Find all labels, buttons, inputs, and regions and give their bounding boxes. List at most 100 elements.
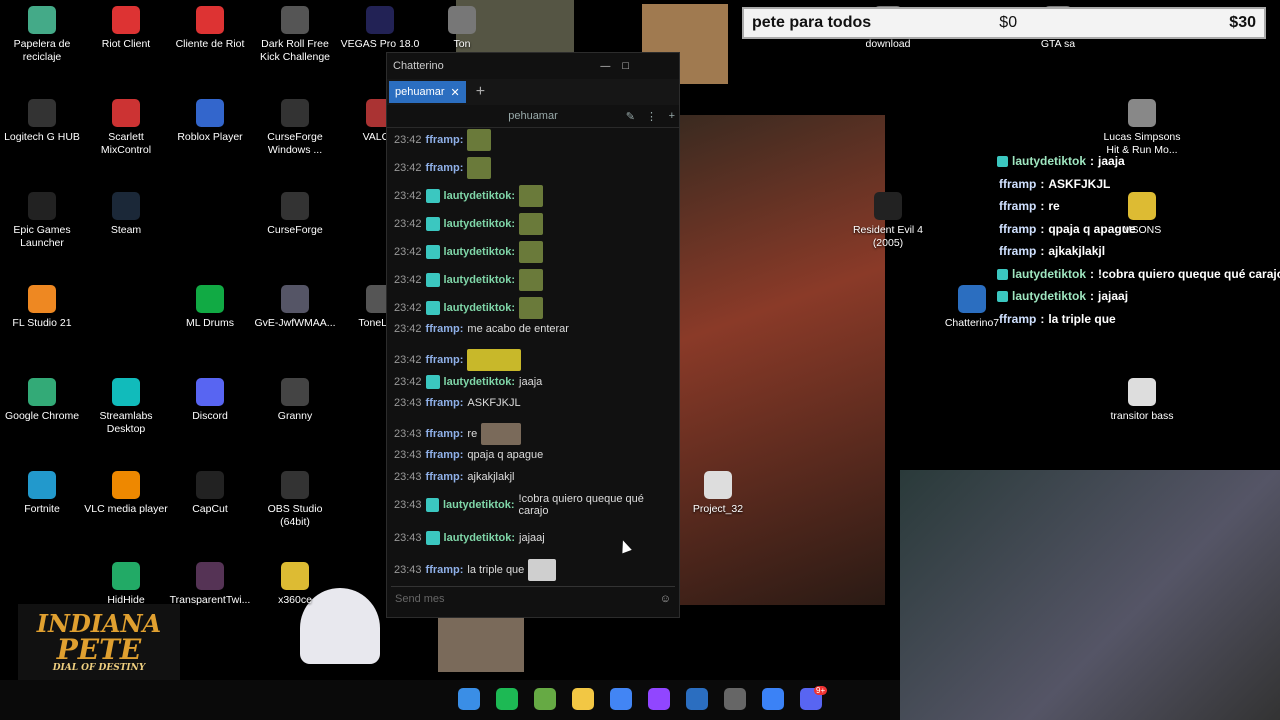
message-username[interactable]: fframp: (426, 323, 464, 335)
message-username[interactable]: fframp: (426, 471, 464, 483)
overlay-separator: : (1090, 267, 1095, 281)
message-username[interactable]: fframp: (426, 449, 464, 461)
chatterino-icon[interactable] (686, 688, 708, 710)
desktop-icon[interactable]: OBS Studio (64bit) (253, 471, 337, 529)
spotify-icon[interactable] (496, 688, 518, 710)
desktop-icon[interactable]: VEGAS Pro 18.0 (338, 6, 422, 51)
desktop-icon[interactable]: CurseForge (253, 192, 337, 237)
audio-file-icon (1128, 378, 1156, 406)
desktop-icon-label: x360ce (278, 594, 312, 606)
chat-message[interactable]: 23:43 fframp: ajkakjlakjl (394, 471, 671, 483)
message-username[interactable]: lautydetiktok: (444, 190, 516, 202)
desktop-icon[interactable]: Google Chrome (0, 378, 84, 423)
desktop-icon[interactable]: Roblox Player (168, 99, 252, 144)
desktop-icon[interactable]: CapCut (168, 471, 252, 516)
message-timestamp: 23:43 (394, 564, 422, 576)
chat-message[interactable]: 23:42 lautydetiktok: (394, 213, 671, 235)
desktop-icon[interactable]: Logitech G HUB (0, 99, 84, 144)
desktop-icon[interactable]: transitor bass (1100, 378, 1184, 423)
desktop-icon[interactable]: Streamlabs Desktop (84, 378, 168, 436)
message-username[interactable]: fframp: (426, 162, 464, 174)
flstudio-icon (28, 285, 56, 313)
chat-message[interactable]: 23:42 fframp: (394, 129, 671, 151)
overlay-username: lautydetiktok (1012, 267, 1087, 281)
message-username[interactable]: lautydetiktok: (443, 499, 515, 511)
chat-message[interactable]: 23:43 fframp: re (394, 423, 671, 445)
desktop-icon[interactable]: Project_32 (676, 471, 760, 516)
chat-message[interactable]: 23:43 fframp: la triple que (394, 559, 671, 581)
desktop-icon[interactable]: Scarlett MixControl (84, 99, 168, 157)
edit-icon[interactable]: ✎ (626, 110, 635, 123)
chat-message[interactable]: 23:43 lautydetiktok: !cobra quiero queque … (394, 493, 671, 517)
minimize-icon[interactable]: — (600, 61, 610, 72)
chat-message[interactable]: 23:42 lautydetiktok: (394, 241, 671, 263)
desktop-icon[interactable]: x360ce (253, 562, 337, 607)
overlay-text: ajkakjlakjl (1048, 244, 1106, 258)
desktop-icon[interactable]: FL Studio 21 (0, 285, 84, 330)
desktop-icon-label: FL Studio 21 (12, 317, 72, 329)
chat-message[interactable]: 23:42 lautydetiktok: jaaja (394, 375, 671, 389)
chat-message[interactable]: 23:42 lautydetiktok: (394, 269, 671, 291)
desktop-icon[interactable]: Fortnite (0, 471, 84, 516)
desktop-icon[interactable]: Discord (168, 378, 252, 423)
desktop-icon[interactable]: Dark Roll Free Kick Challenge (253, 6, 337, 64)
close-icon[interactable]: ✕ (451, 86, 460, 99)
desktop-icon[interactable]: GvE-JwfWMAA... (253, 285, 337, 330)
message-username[interactable]: fframp: (426, 428, 464, 440)
riot-icon (112, 6, 140, 34)
message-input[interactable]: Send mes ☺ (391, 586, 675, 611)
start-icon[interactable] (458, 688, 480, 710)
twitch-icon[interactable] (648, 688, 670, 710)
chrome-icon[interactable] (610, 688, 632, 710)
desktop-icon[interactable]: Granny (253, 378, 337, 423)
message-username[interactable]: lautydetiktok: (444, 302, 516, 314)
desktop-icon[interactable]: Epic Games Launcher (0, 192, 84, 250)
fortnite-icon (28, 471, 56, 499)
chat-message[interactable]: 23:42 lautydetiktok: (394, 185, 671, 207)
desktop-icon[interactable]: CurseForge Windows ... (253, 99, 337, 157)
message-username[interactable]: fframp: (426, 134, 464, 146)
desktop-icon[interactable]: TransparentTwi... (168, 562, 252, 607)
obs-icon[interactable] (724, 688, 746, 710)
app-icon[interactable] (534, 688, 556, 710)
chat-message[interactable]: 23:43 fframp: qpaja q apague (394, 449, 671, 461)
subscriber-badge-icon (425, 217, 440, 231)
emoji-icon[interactable]: ☺ (660, 593, 671, 605)
file-explorer-icon[interactable] (572, 688, 594, 710)
add-tab-icon[interactable]: + (476, 83, 485, 101)
app-icon[interactable] (762, 688, 784, 710)
chat-message[interactable]: 23:42 fframp: me acabo de enterar (394, 323, 671, 335)
goal-current: $0 (999, 14, 1018, 31)
desktop-icon[interactable]: Lucas Simpsons Hit & Run Mo... (1100, 99, 1184, 157)
chat-message[interactable]: 23:42 lautydetiktok: (394, 297, 671, 319)
desktop-icon-label: Fortnite (24, 503, 60, 515)
desktop-icon[interactable]: Papelera de reciclaje (0, 6, 84, 64)
desktop-icon[interactable]: HidHide (84, 562, 168, 607)
desktop-icon[interactable]: Riot Client (84, 6, 168, 51)
message-username[interactable]: fframp: (426, 564, 464, 576)
chatterino-window[interactable]: Chatterino — □ pehuamar ✕ + pehuamar ✎ ⋮… (386, 52, 680, 618)
message-username[interactable]: lautydetiktok: (444, 376, 516, 388)
desktop-icon[interactable]: Cliente de Riot (168, 6, 252, 51)
add-split-icon[interactable]: + (669, 110, 675, 122)
desktop-icon[interactable]: Resident Evil 4 (2005) (846, 192, 930, 250)
chat-message[interactable]: 23:43 fframp: ASKFJKJL (394, 397, 671, 409)
chat-message[interactable]: 23:42 fframp: (394, 349, 671, 371)
desktop-icon[interactable]: ML Drums (168, 285, 252, 330)
message-username[interactable]: lautydetiktok: (444, 532, 516, 544)
chat-message[interactable]: 23:42 fframp: (394, 157, 671, 179)
message-username[interactable]: fframp: (426, 397, 464, 409)
tab-pehuamar[interactable]: pehuamar ✕ (389, 81, 466, 103)
message-list[interactable]: 23:42 fframp: 23:42 fframp: 23:42 lautydetikt… (387, 129, 679, 581)
message-username[interactable]: lautydetiktok: (444, 218, 516, 230)
menu-icon[interactable]: ⋮ (646, 110, 657, 123)
split-header[interactable]: pehuamar ✎ ⋮ + (387, 105, 679, 128)
desktop-icon[interactable]: Steam (84, 192, 168, 237)
message-username[interactable]: lautydetiktok: (444, 274, 516, 286)
window-titlebar[interactable]: Chatterino — □ (387, 53, 679, 79)
maximize-icon[interactable]: □ (622, 60, 629, 72)
message-username[interactable]: lautydetiktok: (444, 246, 516, 258)
message-username[interactable]: fframp: (426, 354, 464, 366)
desktop-icon[interactable]: VLC media player (84, 471, 168, 516)
desktop-icon[interactable]: Ton (420, 6, 504, 51)
